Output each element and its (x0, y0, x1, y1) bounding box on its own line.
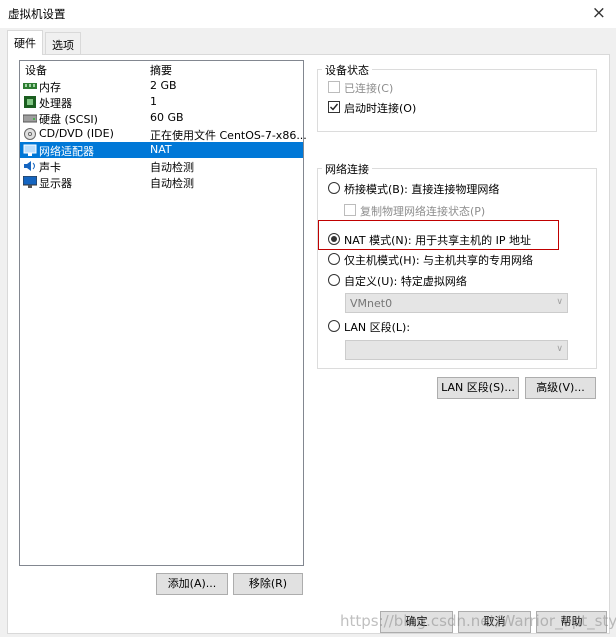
cd-dvd-icon (24, 128, 36, 140)
network-connection-group: 网络连接 桥接模式(B): 直接连接物理网络 复制物理网络连接状态(P) NAT… (317, 161, 597, 369)
bridged-label: 桥接模式(B): 直接连接物理网络 (344, 183, 500, 196)
display-icon (23, 176, 37, 188)
sound-card-icon (24, 161, 35, 171)
device-summary: 1 (150, 95, 157, 108)
remove-device-button[interactable]: 移除(R) (233, 573, 303, 595)
advanced-button[interactable]: 高级(V)... (525, 377, 596, 399)
device-list[interactable]: 设备 摘要 内存 2 GB 处理器 1 硬盘 (SCSI) 60 GB CD/D… (19, 60, 307, 566)
tab-options[interactable]: 选项 (45, 32, 81, 54)
network-adapter-icon (23, 144, 37, 156)
radio-circle (328, 182, 340, 194)
add-device-button[interactable]: 添加(A)... (156, 573, 228, 595)
dialog-client: 硬件 选项 设备 摘要 内存 2 GB 处理器 1 硬盘 (SCSI) 60 G… (0, 28, 616, 637)
tab-hardware[interactable]: 硬件 (7, 30, 43, 55)
device-row-sound-card[interactable]: 声卡 自动检测 (20, 158, 303, 174)
chevron-down-icon: ∨ (556, 344, 563, 354)
memory-icon (23, 83, 37, 89)
device-row-cd-dvd[interactable]: CD/DVD (IDE) 正在使用文件 CentOS-7-x86... (20, 126, 307, 142)
checkbox-box (328, 101, 340, 113)
device-summary: 60 GB (150, 111, 184, 124)
close-icon[interactable]: × (592, 3, 606, 23)
device-row-network-adapter[interactable]: 网络适配器 NAT (20, 142, 303, 158)
connected-label: 已连接(C) (344, 82, 394, 95)
custom-network-select[interactable]: VMnet0 ∨ (345, 293, 568, 313)
custom-network-value: VMnet0 (350, 297, 393, 310)
checkbox-box (328, 81, 340, 93)
watermark: https://blog.csdn.net/Warrior_opt_style (340, 612, 616, 630)
device-summary: 2 GB (150, 79, 177, 92)
radio-circle (328, 274, 340, 286)
processor-icon (24, 96, 36, 108)
device-name: CD/DVD (IDE) (39, 127, 114, 140)
device-name: 声卡 (39, 161, 61, 174)
device-name: 内存 (39, 81, 61, 94)
device-summary: 自动检测 (150, 177, 194, 190)
replicate-state-label: 复制物理网络连接状态(P) (360, 205, 486, 218)
lan-segment-label: LAN 区段(L): (344, 321, 411, 334)
device-status-group: 设备状态 已连接(C) 启动时连接(O) (317, 62, 597, 132)
host-only-label: 仅主机模式(H): 与主机共享的专用网络 (344, 254, 534, 267)
lan-segment-select[interactable]: ∨ (345, 340, 568, 360)
device-name: 硬盘 (SCSI) (39, 113, 98, 126)
device-name: 显示器 (39, 177, 72, 190)
title-bar: 虚拟机设置 × (0, 0, 616, 28)
column-header-device[interactable]: 设备 (25, 62, 47, 78)
device-row-memory[interactable]: 内存 2 GB (20, 78, 303, 94)
device-summary: NAT (150, 143, 172, 156)
device-row-processor[interactable]: 处理器 1 (20, 94, 303, 110)
lan-segments-button[interactable]: LAN 区段(S)... (437, 377, 519, 399)
device-list-header: 设备 摘要 (20, 61, 303, 77)
network-connection-title: 网络连接 (322, 161, 372, 177)
chevron-down-icon: ∨ (556, 297, 563, 307)
window-title: 虚拟机设置 (8, 7, 66, 21)
device-summary: 正在使用文件 CentOS-7-x86... (150, 129, 307, 142)
device-name: 网络适配器 (39, 145, 94, 158)
hard-disk-icon (23, 114, 37, 123)
nat-highlight-box (318, 220, 559, 250)
hardware-panel: 设备 摘要 内存 2 GB 处理器 1 硬盘 (SCSI) 60 GB CD/D… (7, 54, 610, 634)
device-name: 处理器 (39, 97, 72, 110)
device-row-display[interactable]: 显示器 自动检测 (20, 174, 303, 190)
checkbox-box (344, 204, 356, 216)
radio-circle (328, 320, 340, 332)
device-status-title: 设备状态 (322, 62, 372, 78)
connect-at-power-on-label: 启动时连接(O) (344, 102, 417, 115)
column-header-summary[interactable]: 摘要 (150, 62, 172, 78)
radio-circle (328, 253, 340, 265)
checkmark-icon (330, 103, 339, 111)
custom-label: 自定义(U): 特定虚拟网络 (344, 275, 467, 288)
device-summary: 自动检测 (150, 161, 194, 174)
device-row-hard-disk[interactable]: 硬盘 (SCSI) 60 GB (20, 110, 303, 126)
